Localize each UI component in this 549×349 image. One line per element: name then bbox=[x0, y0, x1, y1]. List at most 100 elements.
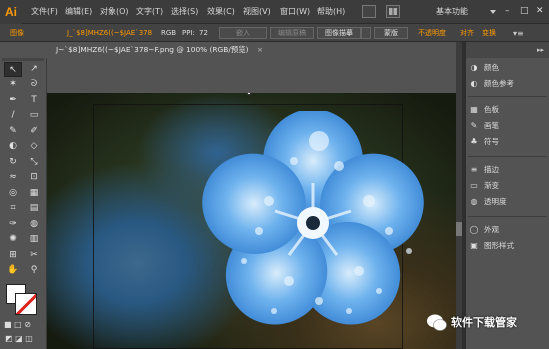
panel-divider bbox=[468, 96, 547, 97]
selection-icon[interactable]: ↖ bbox=[4, 62, 22, 77]
panel-item-label: 颜色参考 bbox=[484, 79, 514, 88]
document-tab[interactable]: J~`$8]MHZ6((~$JAE`378~F.png @ 100% (RGB/… bbox=[50, 42, 263, 58]
arrange-documents-icon[interactable] bbox=[386, 5, 400, 18]
color-mode-icons[interactable]: ■ □ ⊘ bbox=[4, 320, 31, 329]
pen-icon[interactable]: ✒ bbox=[4, 93, 22, 108]
hand-icon[interactable]: ✋ bbox=[4, 263, 22, 278]
magic-wand-icon[interactable]: ✶ bbox=[4, 77, 22, 92]
panel-item-color-guide[interactable]: ◐ 颜色参考 bbox=[466, 76, 549, 92]
artboard-icon[interactable]: ⊞ bbox=[4, 248, 22, 263]
menu-object[interactable]: 对象(O) bbox=[100, 0, 129, 24]
linked-filename[interactable]: J_`$8]MHZ6((~$JAE`378 bbox=[67, 24, 152, 42]
panel-item-swatches[interactable]: ▦ 色板 bbox=[466, 102, 549, 118]
panel-item-label: 图形样式 bbox=[484, 241, 514, 250]
panel-item-color[interactable]: ◑ 颜色 bbox=[466, 60, 549, 76]
panel-divider bbox=[468, 216, 547, 217]
embed-button[interactable]: 嵌入 bbox=[219, 27, 267, 39]
app-logo: Ai bbox=[0, 0, 22, 24]
stroke-icon: ≡ bbox=[470, 165, 478, 174]
panel-dock: ◑ 颜色 ◐ 颜色参考 ▦ 色板 ✎ 画笔 ♣ 符号 ≡ 描边 ▭ 渐变 ◍ 透明度 ◯ 外观 ▣ 图形样式 bbox=[466, 58, 549, 349]
menu-view[interactable]: 视图(V) bbox=[243, 0, 271, 24]
eraser-icon[interactable]: ◇ bbox=[25, 139, 43, 154]
document-canvas[interactable] bbox=[47, 93, 456, 349]
rotate-icon[interactable]: ↻ bbox=[4, 155, 22, 170]
menu-file[interactable]: 文件(F) bbox=[31, 0, 58, 24]
panel-item-label: 画笔 bbox=[484, 121, 499, 130]
direct-selection-icon[interactable]: ↗ bbox=[25, 62, 43, 77]
shape-builder-icon[interactable]: ◎ bbox=[4, 186, 22, 201]
panel-item-transparency[interactable]: ◍ 透明度 bbox=[466, 194, 549, 210]
line-icon[interactable]: / bbox=[4, 108, 22, 123]
tools-panel-grip[interactable] bbox=[2, 58, 44, 61]
panel-item-stroke[interactable]: ≡ 描边 bbox=[466, 162, 549, 178]
lasso-icon[interactable]: ᘐ bbox=[25, 77, 43, 92]
control-menu-icon[interactable]: ▾≡ bbox=[513, 29, 524, 38]
maximize-icon[interactable]: □ bbox=[520, 6, 529, 16]
opacity-link[interactable]: 不透明度 bbox=[418, 24, 446, 42]
slice-icon[interactable]: ✂ bbox=[25, 248, 43, 263]
collapse-panels-icon[interactable]: ▸▸ bbox=[537, 46, 544, 54]
panel-item-symbols[interactable]: ♣ 符号 bbox=[466, 134, 549, 150]
image-trace-button[interactable]: 图像描摹 bbox=[317, 27, 361, 39]
gradient-icon: ▭ bbox=[470, 181, 478, 190]
mask-button[interactable]: 蒙版 bbox=[374, 27, 408, 39]
panel-item-appearance[interactable]: ◯ 外观 bbox=[466, 222, 549, 238]
mesh-icon[interactable]: ⌗ bbox=[4, 201, 22, 216]
width-icon[interactable]: ≈ bbox=[4, 170, 22, 185]
menu-type[interactable]: 文字(T) bbox=[136, 0, 163, 24]
blend-icon[interactable]: ◍ bbox=[25, 217, 43, 232]
transform-link[interactable]: 变换 bbox=[482, 24, 496, 42]
placed-image-flower[interactable] bbox=[199, 111, 427, 336]
panel-item-label: 色板 bbox=[484, 105, 499, 114]
column-graph-icon[interactable]: ▥ bbox=[25, 232, 43, 247]
panel-divider bbox=[468, 156, 547, 157]
zoom-icon[interactable]: ⚲ bbox=[25, 263, 43, 278]
menu-effect[interactable]: 效果(C) bbox=[207, 0, 235, 24]
control-bar: 图像 J_`$8]MHZ6((~$JAE`378 RGB PPI: 72 嵌入 … bbox=[0, 24, 549, 42]
panel-item-gradient[interactable]: ▭ 渐变 bbox=[466, 178, 549, 194]
menu-edit[interactable]: 编辑(E) bbox=[65, 0, 92, 24]
menu-select[interactable]: 选择(S) bbox=[171, 0, 198, 24]
menu-window[interactable]: 窗口(W) bbox=[280, 0, 310, 24]
panel-item-graphic-styles[interactable]: ▣ 图形样式 bbox=[466, 238, 549, 254]
color-mode: RGB bbox=[161, 29, 177, 37]
free-transform-icon[interactable]: ⊡ bbox=[25, 170, 43, 185]
ppi-label: PPI: bbox=[182, 29, 195, 37]
pencil-icon[interactable]: ✐ bbox=[25, 124, 43, 139]
drawing-mode-icons[interactable]: ◩ ◪ ◫ bbox=[5, 334, 33, 343]
paintbrush-icon[interactable]: ✎ bbox=[4, 124, 22, 139]
panel-item-label: 外观 bbox=[484, 225, 499, 234]
color-icon: ◑ bbox=[470, 63, 478, 72]
swatches-icon: ▦ bbox=[470, 105, 478, 114]
edit-original-button[interactable]: 编辑原稿 bbox=[270, 27, 314, 39]
chevron-down-icon[interactable] bbox=[490, 10, 496, 14]
minimize-icon[interactable]: – bbox=[505, 6, 510, 16]
transparency-icon: ◍ bbox=[470, 197, 478, 206]
stroke-swatch[interactable] bbox=[15, 293, 37, 315]
rectangle-icon[interactable]: ▭ bbox=[25, 108, 43, 123]
tools-panel: ↖ ↗ ✶ ᘐ ✒ T / ▭ ✎ ✐ ◐ ◇ ↻ ⤡ ≈ ⊡ ◎ ▦ ⌗ ▤ ✑ ◍ ✺ ▥ ⊞ ✂ ✋ ⚲ ■ □ ⊘ ◩ ◪ ◫ bbox=[0, 58, 47, 349]
panel-item-brushes[interactable]: ✎ 画笔 bbox=[466, 118, 549, 134]
menu-help[interactable]: 帮助(H) bbox=[317, 0, 345, 24]
symbols-icon: ♣ bbox=[470, 137, 478, 146]
brushes-icon: ✎ bbox=[470, 121, 478, 130]
close-icon[interactable]: ✕ bbox=[536, 6, 544, 16]
scale-icon[interactable]: ⤡ bbox=[25, 155, 43, 170]
symbol-sprayer-icon[interactable]: ✺ bbox=[4, 232, 22, 247]
align-link[interactable]: 对齐 bbox=[460, 24, 474, 42]
trace-preset-dropdown[interactable] bbox=[361, 27, 371, 39]
type-icon[interactable]: T bbox=[25, 93, 43, 108]
ppi-value: 72 bbox=[199, 29, 208, 37]
graphic-styles-icon: ▣ bbox=[470, 241, 478, 250]
gradient-icon[interactable]: ▤ bbox=[25, 201, 43, 216]
eyedropper-icon[interactable]: ✑ bbox=[4, 217, 22, 232]
panel-item-label: 颜色 bbox=[484, 63, 499, 72]
panel-item-label: 描边 bbox=[484, 165, 499, 174]
workspace-switcher[interactable]: 基本功能 bbox=[436, 0, 468, 24]
perspective-icon[interactable]: ▦ bbox=[25, 186, 43, 201]
color-guide-icon: ◐ bbox=[470, 79, 478, 88]
bounding-box-handle[interactable] bbox=[247, 93, 251, 95]
close-tab-icon[interactable]: × bbox=[257, 45, 263, 54]
blob-brush-icon[interactable]: ◐ bbox=[4, 139, 22, 154]
bridge-icon[interactable] bbox=[362, 5, 376, 18]
